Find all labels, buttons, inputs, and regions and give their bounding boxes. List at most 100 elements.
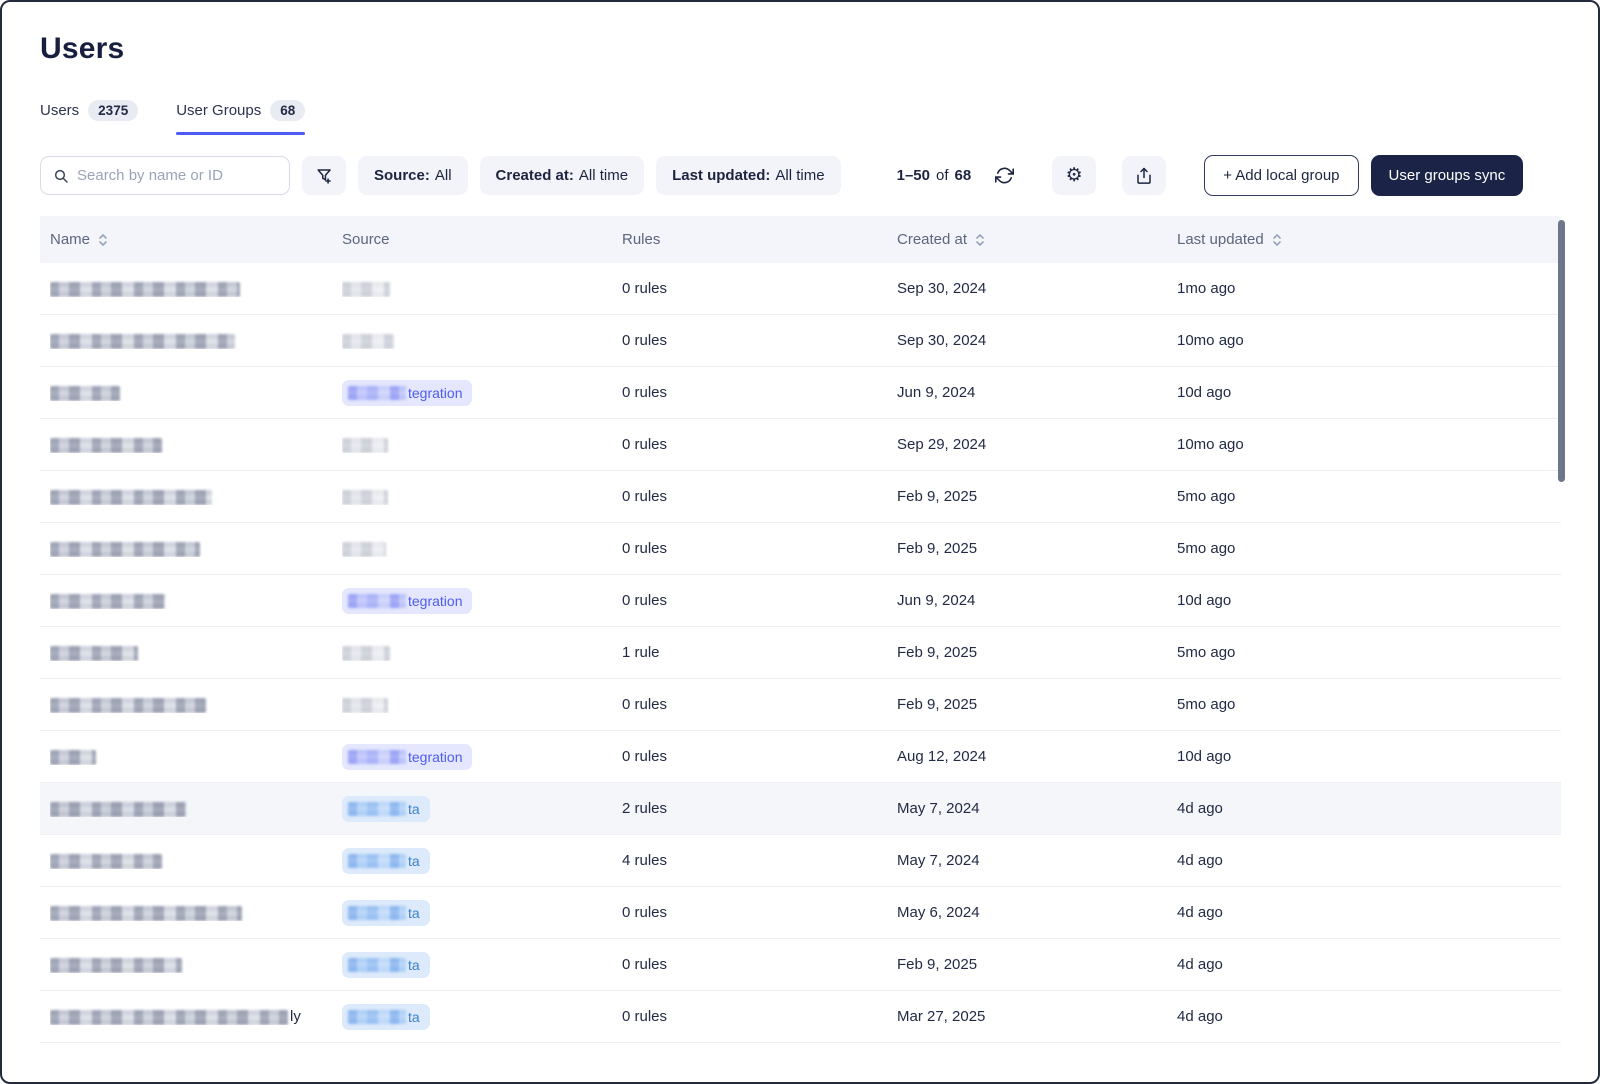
source-cell: ta — [342, 900, 622, 926]
source-redacted — [342, 490, 388, 505]
tab-users-label: Users — [40, 102, 79, 119]
table-row[interactable]: 0 rulesSep 30, 20241mo ago — [40, 263, 1561, 315]
vertical-scrollbar-thumb[interactable] — [1558, 220, 1565, 482]
tab-users[interactable]: Users 2375 — [40, 100, 138, 135]
created-at-cell: Aug 12, 2024 — [897, 748, 1177, 765]
okta-source-badge: ta — [342, 900, 430, 926]
table-row[interactable]: 1 ruleFeb 9, 20255mo ago — [40, 627, 1561, 679]
source-cell — [342, 540, 622, 557]
last-updated-cell: 4d ago — [1177, 904, 1561, 921]
group-name-cell — [50, 280, 342, 297]
integration-source-badge: tegration — [342, 588, 472, 614]
users-admin-window: Users Users 2375 User Groups 68 — [0, 0, 1600, 1084]
integration-source-badge: tegration — [342, 380, 472, 406]
source-cell: ta — [342, 796, 622, 822]
filter-last-updated[interactable]: Last updated: All time — [656, 156, 841, 195]
source-badge-visible-text: tegration — [408, 385, 462, 401]
settings-button[interactable]: ⚙ — [1052, 156, 1096, 195]
source-cell — [342, 696, 622, 713]
table-row[interactable]: lyta0 rulesMar 27, 20254d ago — [40, 991, 1561, 1043]
table-row[interactable]: 0 rulesSep 29, 202410mo ago — [40, 419, 1561, 471]
group-name-cell — [50, 436, 342, 453]
rules-cell: 0 rules — [622, 540, 897, 557]
sort-chevrons-icon[interactable] — [974, 233, 986, 247]
table-row[interactable]: 0 rulesFeb 9, 20255mo ago — [40, 523, 1561, 575]
source-redacted — [342, 334, 394, 349]
table-row[interactable]: 0 rulesFeb 9, 20255mo ago — [40, 471, 1561, 523]
table-row[interactable]: tegration0 rulesJun 9, 202410d ago — [40, 367, 1561, 419]
pagination-total: 68 — [955, 167, 972, 184]
group-name-cell — [50, 696, 342, 713]
table-row[interactable]: 0 rulesSep 30, 202410mo ago — [40, 315, 1561, 367]
source-cell — [342, 644, 622, 661]
source-badge-redacted — [348, 386, 406, 400]
add-filter-button[interactable] — [302, 156, 346, 195]
search-box[interactable] — [40, 156, 290, 195]
source-badge-visible-text: tegration — [408, 749, 462, 765]
last-updated-cell: 4d ago — [1177, 800, 1561, 817]
user-groups-sync-button[interactable]: User groups sync — [1371, 155, 1524, 196]
okta-source-badge: ta — [342, 848, 430, 874]
column-header-name[interactable]: Name — [50, 231, 342, 248]
group-name-redacted — [50, 490, 212, 505]
table-row[interactable]: tegration0 rulesJun 9, 202410d ago — [40, 575, 1561, 627]
rules-cell: 2 rules — [622, 800, 897, 817]
source-badge-redacted — [348, 906, 406, 920]
created-at-cell: Sep 29, 2024 — [897, 436, 1177, 453]
add-local-group-button[interactable]: + Add local group — [1204, 155, 1358, 196]
created-at-cell: Feb 9, 2025 — [897, 540, 1177, 557]
column-header-source: Source — [342, 231, 622, 248]
table-row[interactable]: 0 rulesFeb 9, 20255mo ago — [40, 679, 1561, 731]
export-button[interactable] — [1122, 156, 1166, 195]
tab-user-groups-count-badge: 68 — [270, 100, 305, 121]
pagination-range: 1–50 — [897, 167, 930, 184]
column-header-last-updated[interactable]: Last updated — [1177, 231, 1561, 248]
created-at-cell: Mar 27, 2025 — [897, 1008, 1177, 1025]
filter-source[interactable]: Source: All — [358, 156, 468, 195]
rules-cell: 0 rules — [622, 904, 897, 921]
created-at-cell: Sep 30, 2024 — [897, 332, 1177, 349]
refresh-icon — [995, 166, 1014, 185]
column-header-created-at[interactable]: Created at — [897, 231, 1177, 248]
source-redacted — [342, 282, 390, 297]
source-badge-redacted — [348, 958, 406, 972]
search-input[interactable] — [77, 167, 277, 184]
source-cell: tegration — [342, 744, 622, 770]
created-at-cell: May 7, 2024 — [897, 852, 1177, 869]
last-updated-cell: 1mo ago — [1177, 280, 1561, 297]
created-at-cell: Feb 9, 2025 — [897, 956, 1177, 973]
sort-chevrons-icon[interactable] — [1271, 233, 1283, 247]
table-row[interactable]: ta4 rulesMay 7, 20244d ago — [40, 835, 1561, 887]
table-row[interactable]: ta0 rulesMay 6, 20244d ago — [40, 887, 1561, 939]
rules-cell: 0 rules — [622, 280, 897, 297]
source-cell — [342, 436, 622, 453]
created-at-cell: Sep 30, 2024 — [897, 280, 1177, 297]
filter-last-updated-value: All time — [775, 167, 824, 184]
created-at-cell: Jun 9, 2024 — [897, 592, 1177, 609]
filter-created-at-label: Created at: — [496, 167, 574, 184]
rules-cell: 0 rules — [622, 1008, 897, 1025]
created-at-cell: Jun 9, 2024 — [897, 384, 1177, 401]
tab-user-groups[interactable]: User Groups 68 — [176, 100, 305, 135]
table-row[interactable]: ta0 rulesFeb 9, 20254d ago — [40, 939, 1561, 991]
last-updated-cell: 10d ago — [1177, 748, 1561, 765]
refresh-button[interactable] — [983, 156, 1026, 195]
gear-icon: ⚙ — [1066, 166, 1083, 185]
source-badge-redacted — [348, 802, 406, 816]
last-updated-cell: 10d ago — [1177, 384, 1561, 401]
source-badge-redacted — [348, 594, 406, 608]
table-row[interactable]: ta2 rulesMay 7, 20244d ago — [40, 783, 1561, 835]
search-icon — [53, 168, 69, 184]
table-body: 0 rulesSep 30, 20241mo ago0 rulesSep 30,… — [40, 263, 1561, 1043]
sort-chevrons-icon[interactable] — [97, 233, 109, 247]
okta-source-badge: ta — [342, 1004, 430, 1030]
page-title: Users — [2, 2, 1598, 66]
filter-created-at[interactable]: Created at: All time — [480, 156, 645, 195]
source-badge-redacted — [348, 750, 406, 764]
group-name-cell — [50, 540, 342, 557]
table-row[interactable]: tegration0 rulesAug 12, 202410d ago — [40, 731, 1561, 783]
last-updated-cell: 4d ago — [1177, 956, 1561, 973]
export-icon — [1135, 167, 1153, 185]
created-at-cell: Feb 9, 2025 — [897, 696, 1177, 713]
created-at-cell: May 7, 2024 — [897, 800, 1177, 817]
